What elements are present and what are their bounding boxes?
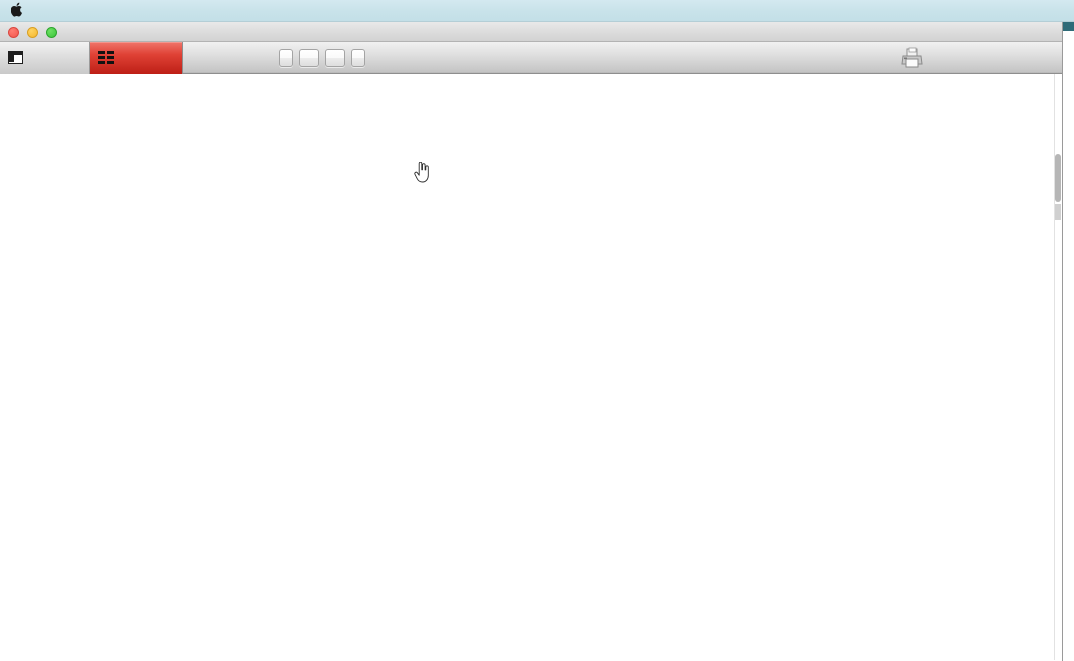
tab-hauptfenster[interactable] bbox=[0, 41, 90, 74]
view-tab-group bbox=[0, 41, 183, 74]
desktop-background bbox=[1063, 22, 1074, 31]
application-window bbox=[0, 22, 1063, 661]
last-page-button[interactable] bbox=[351, 48, 365, 67]
apple-logo-icon[interactable] bbox=[10, 2, 24, 18]
close-button[interactable] bbox=[8, 27, 19, 38]
print-button[interactable] bbox=[898, 46, 926, 70]
window-titlebar bbox=[0, 22, 1062, 42]
scrollbar-marker bbox=[1055, 204, 1061, 220]
scrollbar-thumb[interactable] bbox=[1055, 154, 1061, 202]
tab-katalog[interactable] bbox=[90, 41, 183, 74]
vertical-scrollbar[interactable] bbox=[1054, 74, 1062, 660]
toolbar bbox=[0, 41, 1062, 74]
mac-menu-bar bbox=[0, 0, 1074, 22]
pointing-hand-cursor bbox=[414, 161, 430, 183]
desktop-background-lower bbox=[1063, 31, 1074, 661]
pagination-controls bbox=[279, 48, 365, 67]
zoom-button[interactable] bbox=[46, 27, 57, 38]
first-page-button[interactable] bbox=[279, 48, 293, 67]
printer-icon bbox=[901, 47, 923, 68]
previous-page-button[interactable] bbox=[299, 48, 319, 67]
catalog-content-area bbox=[0, 74, 1062, 660]
window-controls bbox=[8, 27, 57, 38]
grid-icon bbox=[98, 51, 114, 64]
minimize-button[interactable] bbox=[27, 27, 38, 38]
window-layout-icon bbox=[8, 51, 23, 64]
next-page-button[interactable] bbox=[325, 48, 345, 67]
